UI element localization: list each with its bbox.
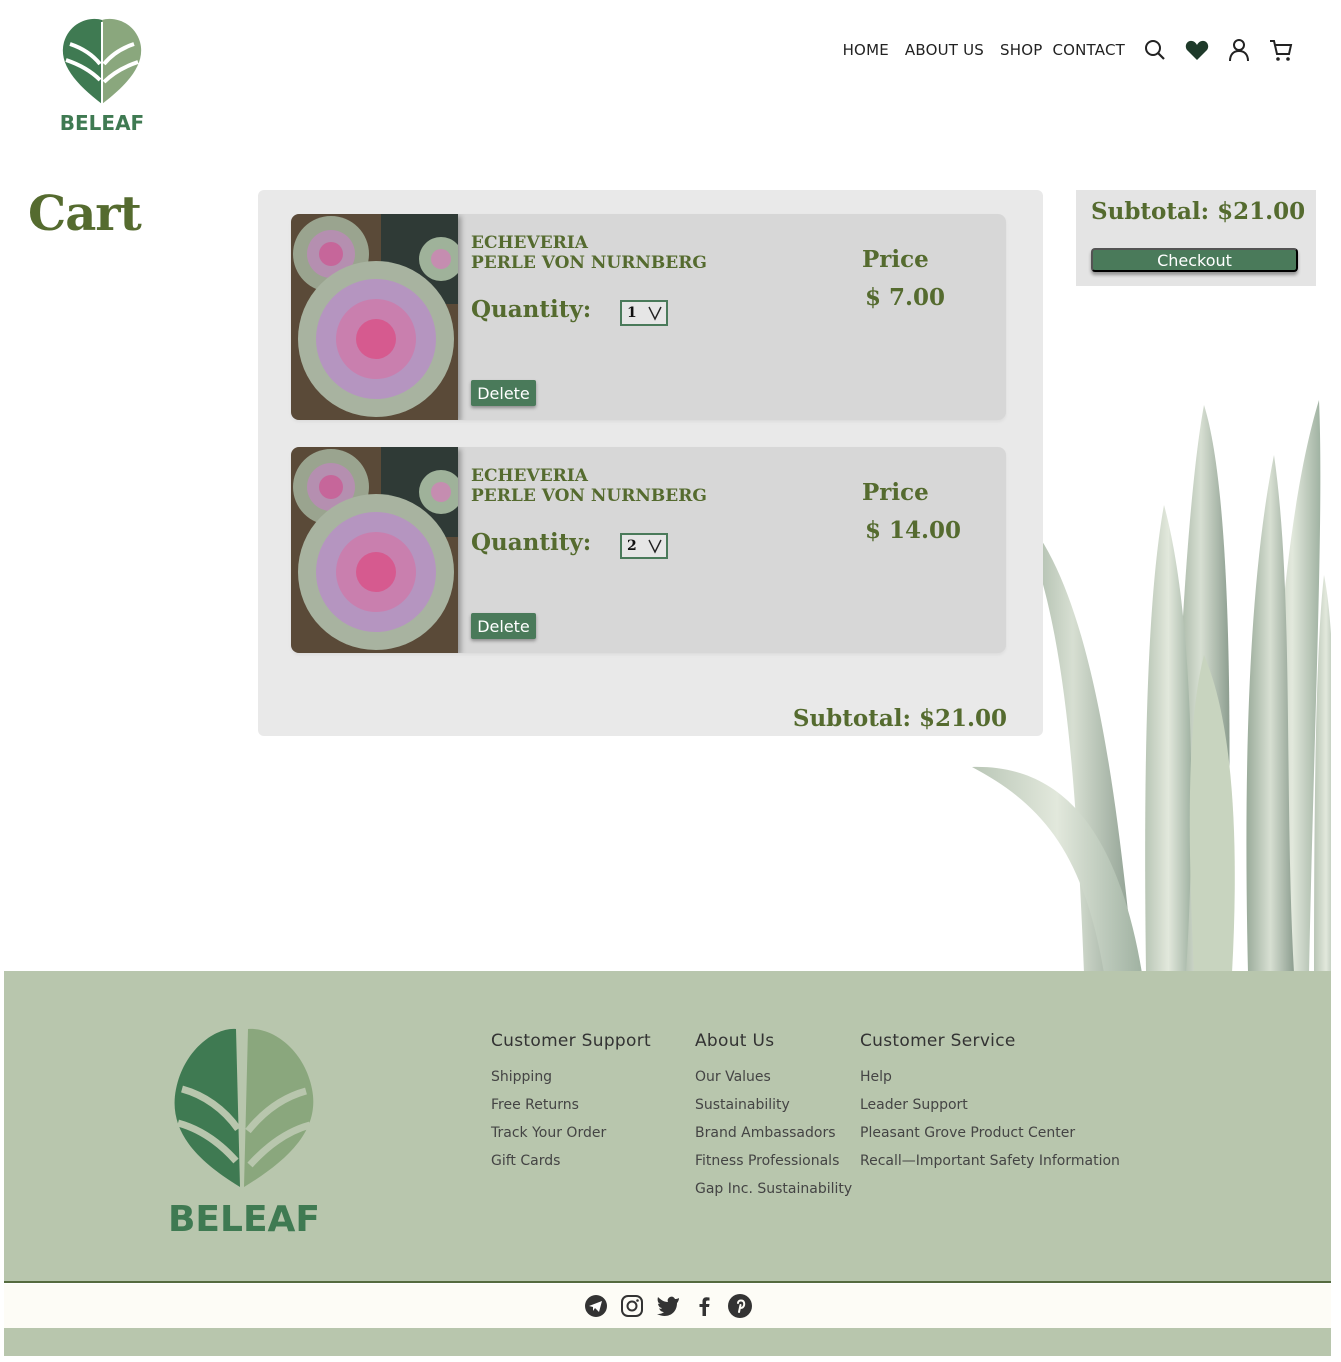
footer-column-about-us: About Us Our Values Sustainability Brand… bbox=[695, 1031, 852, 1209]
page-title: Cart bbox=[28, 186, 142, 242]
quantity-label: Quantity: bbox=[471, 296, 592, 323]
checkout-button[interactable]: Checkout bbox=[1091, 248, 1298, 272]
summary-subtotal: Subtotal: $21.00 bbox=[1091, 198, 1306, 225]
quantity-label: Quantity: bbox=[471, 529, 592, 556]
nav-contact[interactable]: CONTACT bbox=[1052, 41, 1125, 59]
footer-link[interactable]: Help bbox=[860, 1069, 1120, 1097]
product-image[interactable] bbox=[291, 447, 458, 653]
footer-column-title: Customer Service bbox=[860, 1031, 1016, 1051]
footer-link[interactable]: Our Values bbox=[695, 1069, 852, 1097]
footer-link[interactable]: Fitness Professionals bbox=[695, 1153, 852, 1181]
user-icon[interactable] bbox=[1227, 38, 1251, 62]
nav-about-us[interactable]: ABOUT US bbox=[905, 41, 984, 59]
cart-item: ECHEVERIA PERLE VON NURNBERG Quantity: 1… bbox=[291, 214, 1006, 420]
product-name-line1: ECHEVERIA bbox=[471, 466, 588, 486]
product-name-line1: ECHEVERIA bbox=[471, 233, 588, 253]
pinterest-icon[interactable] bbox=[727, 1293, 753, 1319]
quantity-select[interactable]: 1 bbox=[620, 300, 668, 326]
beleaf-logo[interactable]: BELEAF bbox=[56, 14, 148, 136]
order-summary: Subtotal: $21.00 Checkout bbox=[1076, 190, 1316, 286]
nav-shop[interactable]: SHOP bbox=[1000, 41, 1042, 59]
telegram-icon[interactable] bbox=[583, 1293, 609, 1319]
footer-link[interactable]: Gap Inc. Sustainability bbox=[695, 1181, 852, 1209]
footer-link[interactable]: Shipping bbox=[491, 1069, 651, 1097]
quantity-value: 1 bbox=[627, 305, 637, 321]
footer-link[interactable]: Free Returns bbox=[491, 1097, 651, 1125]
footer-link[interactable]: Sustainability bbox=[695, 1097, 852, 1125]
footer-link[interactable]: Pleasant Grove Product Center bbox=[860, 1125, 1120, 1153]
heart-icon[interactable] bbox=[1185, 38, 1209, 62]
footer-column-title: Customer Support bbox=[491, 1031, 651, 1051]
delete-button[interactable]: Delete bbox=[471, 613, 536, 639]
social-links-bar bbox=[4, 1284, 1331, 1328]
chevron-down-icon bbox=[648, 539, 662, 554]
footer-column-customer-service: Customer Service Help Leader Support Ple… bbox=[860, 1031, 1120, 1181]
price-label: Price bbox=[862, 479, 929, 506]
footer-link[interactable]: Brand Ambassadors bbox=[695, 1125, 852, 1153]
footer-link[interactable]: Track Your Order bbox=[491, 1125, 651, 1153]
quantity-value: 2 bbox=[627, 538, 637, 554]
twitter-icon[interactable] bbox=[655, 1293, 681, 1319]
nav-home[interactable]: HOME bbox=[843, 41, 889, 59]
product-name-line2: PERLE VON NURNBERG bbox=[471, 253, 707, 273]
product-name: ECHEVERIA PERLE VON NURNBERG bbox=[471, 466, 771, 506]
main-nav: HOME ABOUT US SHOP CONTACT bbox=[827, 38, 1293, 62]
delete-button[interactable]: Delete bbox=[471, 380, 536, 406]
price-value: $ 7.00 bbox=[865, 284, 946, 311]
footer-column-customer-support: Customer Support Shipping Free Returns T… bbox=[491, 1031, 651, 1181]
logo-text: BELEAF bbox=[60, 111, 144, 135]
footer-bottom-strip bbox=[4, 1328, 1331, 1356]
page: BELEAF HOME ABOUT US SHOP CONTACT Cart E… bbox=[4, 0, 1331, 1362]
search-icon[interactable] bbox=[1143, 38, 1167, 62]
quantity-select[interactable]: 2 bbox=[620, 533, 668, 559]
footer-logo-text: BELEAF bbox=[168, 1199, 320, 1240]
instagram-icon[interactable] bbox=[619, 1293, 645, 1319]
footer-link[interactable]: Recall—Important Safety Information bbox=[860, 1153, 1120, 1181]
facebook-icon[interactable] bbox=[691, 1293, 717, 1319]
cart-item: ECHEVERIA PERLE VON NURNBERG Quantity: 2… bbox=[291, 447, 1006, 653]
footer-logo[interactable]: BELEAF bbox=[164, 1019, 324, 1241]
product-image[interactable] bbox=[291, 214, 458, 420]
product-name: ECHEVERIA PERLE VON NURNBERG bbox=[471, 233, 771, 273]
footer-link[interactable]: Gift Cards bbox=[491, 1153, 651, 1181]
footer-column-title: About Us bbox=[695, 1031, 775, 1051]
cart-items-panel: ECHEVERIA PERLE VON NURNBERG Quantity: 1… bbox=[258, 190, 1043, 736]
price-value: $ 14.00 bbox=[865, 517, 962, 544]
product-name-line2: PERLE VON NURNBERG bbox=[471, 486, 707, 506]
cart-icon[interactable] bbox=[1269, 38, 1293, 62]
footer: BELEAF Customer Support Shipping Free Re… bbox=[4, 971, 1331, 1283]
cart-subtotal: Subtotal: $21.00 bbox=[792, 705, 1007, 732]
chevron-down-icon bbox=[648, 306, 662, 321]
footer-link[interactable]: Leader Support bbox=[860, 1097, 1120, 1125]
price-label: Price bbox=[862, 246, 929, 273]
